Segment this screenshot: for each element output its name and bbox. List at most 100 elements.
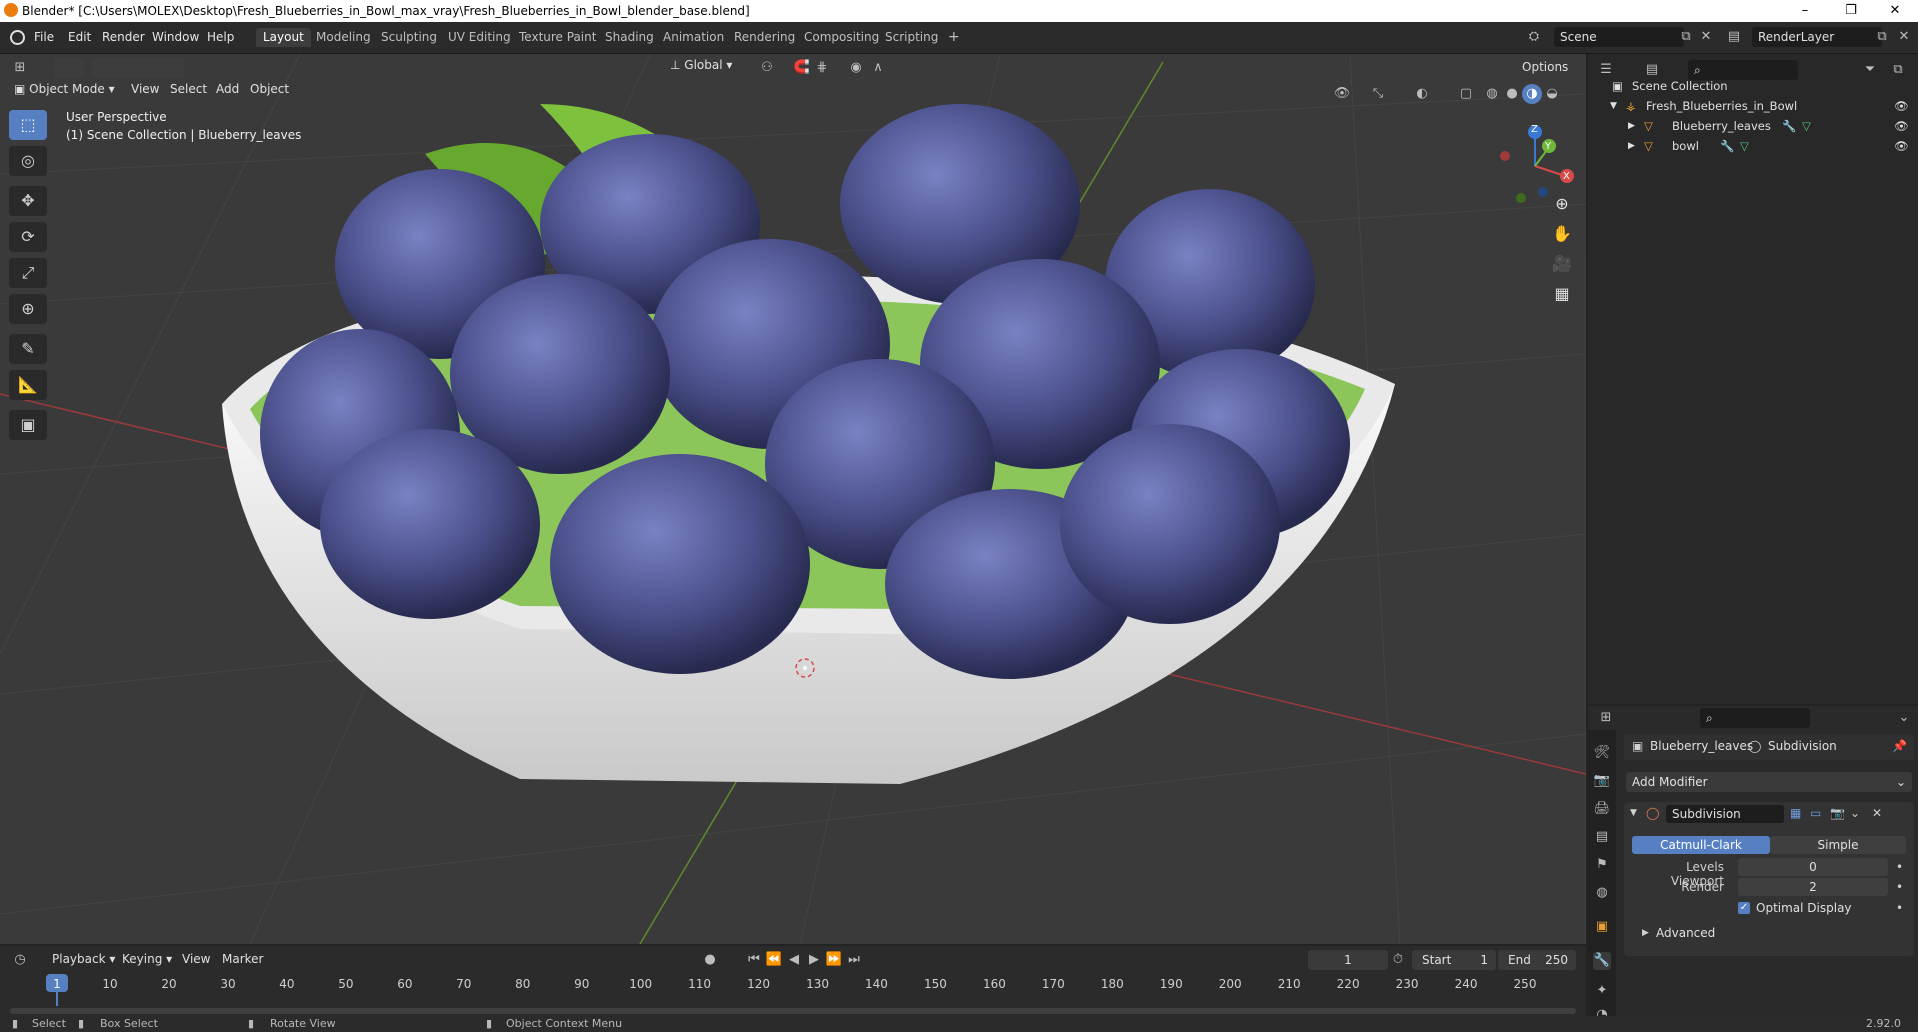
new-layer-icon[interactable]: ⧉ xyxy=(1872,27,1892,47)
rotate-tool-icon[interactable]: ⟳ xyxy=(9,222,47,252)
timeline-editor-icon[interactable]: ◷ xyxy=(10,950,30,970)
method-catmull-clark-button[interactable]: Catmull-Clark xyxy=(1632,836,1770,854)
play-reverse-icon[interactable]: ◀ xyxy=(784,950,804,970)
material-shading-icon[interactable]: ◑ xyxy=(1522,84,1542,104)
viewport-menu-select[interactable]: Select xyxy=(170,82,207,96)
render-layer-field[interactable]: RenderLayer xyxy=(1752,27,1882,47)
transform-tool-icon[interactable]: ⊕ xyxy=(9,294,47,324)
add-cube-tool-icon[interactable]: ▣ xyxy=(9,410,47,440)
optimal-display-checkbox[interactable]: ✓ xyxy=(1738,902,1750,914)
keyframe-dot-icon[interactable]: • xyxy=(1896,860,1903,874)
end-frame-input[interactable]: End 250 xyxy=(1498,950,1576,970)
tab-compositing[interactable]: Compositing xyxy=(797,28,886,47)
view-layer-tab-icon[interactable]: ▤ xyxy=(1593,828,1611,846)
tab-layout[interactable]: Layout xyxy=(256,28,311,47)
tab-shading[interactable]: Shading xyxy=(598,28,661,47)
pin-icon[interactable]: 📌 xyxy=(1892,739,1907,753)
world-tab-icon[interactable]: ◍ xyxy=(1593,884,1611,902)
tab-modeling[interactable]: Modeling xyxy=(309,28,378,47)
collapse-arrow-icon[interactable]: ▶ xyxy=(1628,116,1635,136)
minimize-button[interactable]: – xyxy=(1782,0,1828,22)
viewport-menu-view[interactable]: View xyxy=(131,82,159,96)
tab-texture-paint[interactable]: Texture Paint xyxy=(512,28,603,47)
menu-render[interactable]: Render xyxy=(102,30,145,44)
tool-tab-icon[interactable]: 🛠 xyxy=(1593,744,1611,762)
scene-icon[interactable]: ⛭ xyxy=(1524,27,1544,47)
eye-icon[interactable]: 👁 xyxy=(1894,116,1909,136)
new-scene-icon[interactable]: ⧉ xyxy=(1676,27,1696,47)
delete-scene-icon[interactable]: ✕ xyxy=(1696,27,1716,47)
xray-icon[interactable]: ▢ xyxy=(1456,84,1476,104)
current-frame-input[interactable]: 1 xyxy=(1308,950,1388,970)
timeline-marker-menu[interactable]: Marker xyxy=(222,952,263,966)
modifier-options-chevron-icon[interactable]: ⌄ xyxy=(1850,806,1860,820)
measure-tool-icon[interactable]: 📐 xyxy=(9,370,47,400)
properties-search-input[interactable]: ⌕ xyxy=(1700,708,1810,728)
outliner-row-scene-collection[interactable]: ▣ Scene Collection xyxy=(1588,76,1918,96)
modifier-tab-icon[interactable]: 🔧 xyxy=(1593,952,1611,970)
blender-menu-icon[interactable] xyxy=(10,30,25,45)
tab-scripting[interactable]: Scripting xyxy=(878,28,945,47)
advanced-subpanel-label[interactable]: Advanced xyxy=(1656,926,1715,940)
expand-arrow-icon[interactable]: ▼ xyxy=(1610,96,1617,116)
play-icon[interactable]: ▶ xyxy=(804,950,824,970)
add-modifier-dropdown[interactable]: Add Modifier ⌄ xyxy=(1626,772,1912,792)
selection-modes-group[interactable] xyxy=(92,58,184,78)
modifier-name-input[interactable]: Subdivision xyxy=(1666,805,1784,823)
solid-shading-icon[interactable]: ● xyxy=(1502,84,1522,104)
wireframe-shading-icon[interactable]: ◍ xyxy=(1482,84,1502,104)
edit-mode-toggle-icon[interactable]: ▦ xyxy=(1790,806,1801,820)
editor-type-icon[interactable]: ⊞ xyxy=(10,58,30,78)
delete-layer-icon[interactable]: ✕ xyxy=(1894,27,1914,47)
menu-window[interactable]: Window xyxy=(152,30,199,44)
close-window-button[interactable]: ✕ xyxy=(1872,0,1918,22)
select-mode-icon[interactable] xyxy=(54,58,84,78)
proportional-edit-icon[interactable]: ◉ xyxy=(846,58,866,78)
modifier-collapse-arrow-icon[interactable]: ▼ xyxy=(1630,808,1637,818)
falloff-icon[interactable]: ∧ xyxy=(868,58,888,78)
cursor-tool-icon[interactable]: ◎ xyxy=(9,146,47,176)
ortho-toggle-icon[interactable]: ▦ xyxy=(1547,280,1577,308)
advanced-expand-arrow-icon[interactable]: ▶ xyxy=(1642,928,1649,938)
auto-keying-icon[interactable]: ● xyxy=(700,950,720,970)
annotate-tool-icon[interactable]: ✎ xyxy=(9,334,47,364)
stopwatch-icon[interactable]: ⏱ xyxy=(1388,950,1408,970)
jump-start-icon[interactable]: ⏮ xyxy=(744,950,764,970)
restore-button[interactable]: ❐ xyxy=(1828,0,1874,22)
rendered-shading-icon[interactable]: ◒ xyxy=(1542,84,1562,104)
scale-tool-icon[interactable]: ⤢ xyxy=(9,258,47,288)
outliner-row-fresh-blueberries[interactable]: ▼ ⚶ Fresh_Blueberries_in_Bowl 👁 xyxy=(1588,96,1918,116)
timeline-scrollbar[interactable] xyxy=(10,1008,1576,1014)
timeline-playback-menu[interactable]: Playback ▾ xyxy=(52,952,115,966)
transform-orientation-dropdown[interactable]: ⊥ Global ▾ xyxy=(670,58,732,72)
render-layer-icon[interactable]: ▤ xyxy=(1724,27,1744,47)
mode-dropdown[interactable]: ▣ Object Mode ▾ xyxy=(14,82,115,96)
method-simple-button[interactable]: Simple xyxy=(1770,836,1906,854)
eye-icon[interactable]: 👁 xyxy=(1894,96,1909,116)
pivot-icon[interactable]: ⚇ xyxy=(757,58,777,78)
menu-file[interactable]: File xyxy=(34,30,54,44)
move-tool-icon[interactable]: ✥ xyxy=(9,186,47,216)
viewport-menu-object[interactable]: Object xyxy=(250,82,289,96)
select-box-tool[interactable]: ⬚ xyxy=(9,110,47,140)
properties-editor-icon[interactable]: ⊞ xyxy=(1596,708,1616,728)
3d-viewport[interactable]: Z X Y User Perspective (1) Scene Collect… xyxy=(0,54,1586,944)
particles-tab-icon[interactable]: ✦ xyxy=(1593,982,1611,1000)
menu-help[interactable]: Help xyxy=(207,30,234,44)
overlay-toggle-icon[interactable]: ◐ xyxy=(1412,84,1432,104)
levels-viewport-input[interactable]: 0 xyxy=(1738,858,1888,876)
menu-edit[interactable]: Edit xyxy=(68,30,91,44)
output-tab-icon[interactable]: 🖨 xyxy=(1593,800,1611,818)
viewport-toggle-icon[interactable]: ▭ xyxy=(1810,806,1821,820)
collapse-arrow-icon[interactable]: ▶ xyxy=(1628,136,1635,156)
zoom-view-icon[interactable]: ⊕ xyxy=(1547,190,1577,218)
timeline-keying-menu[interactable]: Keying ▾ xyxy=(122,952,172,966)
tab-sculpting[interactable]: Sculpting xyxy=(374,28,444,47)
snap-target-icon[interactable]: ⋕ xyxy=(812,58,832,78)
render-tab-icon[interactable]: 📷 xyxy=(1593,772,1611,790)
snap-icon[interactable]: 🧲 xyxy=(792,58,812,78)
render-toggle-icon[interactable]: 📷 xyxy=(1830,806,1845,820)
properties-options-chevron-icon[interactable]: ⌄ xyxy=(1894,708,1914,728)
tab-animation[interactable]: Animation xyxy=(656,28,731,47)
camera-view-icon[interactable]: 🎥 xyxy=(1547,250,1577,278)
